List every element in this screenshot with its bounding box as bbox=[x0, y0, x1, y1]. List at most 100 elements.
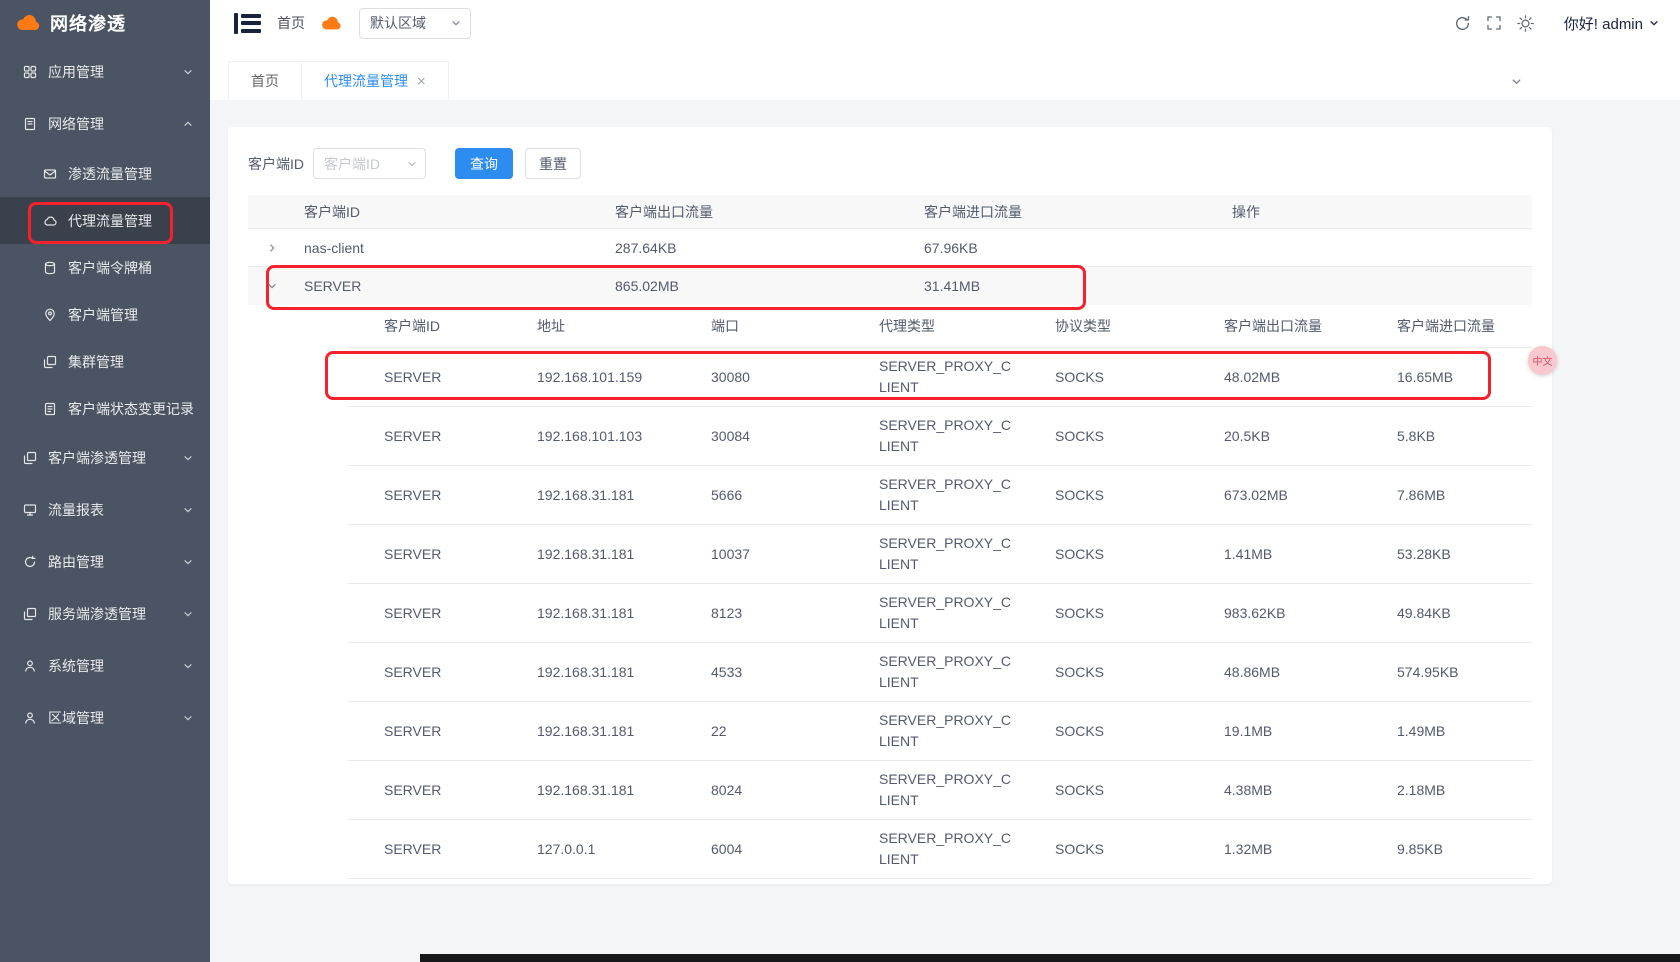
sidebar-item-client-status-log[interactable]: 客户端状态变更记录 bbox=[0, 385, 210, 432]
sidebar-item-client-token-bucket[interactable]: 客户端令牌桶 bbox=[0, 244, 210, 291]
nested-cell-in-traffic: 16.65MB bbox=[1361, 369, 1532, 385]
column-header: 协议类型 bbox=[1019, 316, 1188, 336]
nested-table-body: SERVER 192.168.101.159 30080 SERVER_PROX… bbox=[348, 348, 1532, 879]
sidebar-item-label: 客户端令牌桶 bbox=[68, 258, 194, 278]
column-header: 客户端ID bbox=[348, 316, 501, 336]
app-grid-icon bbox=[22, 65, 38, 79]
sidebar-item-system-management[interactable]: 系统管理 bbox=[0, 640, 210, 692]
client-id-filter-select[interactable] bbox=[313, 148, 426, 179]
sidebar-item-network-management[interactable]: 网络管理 bbox=[0, 98, 210, 150]
fullscreen-icon[interactable] bbox=[1486, 15, 1502, 31]
nested-cell-protocol: SOCKS bbox=[1019, 664, 1188, 680]
nested-cell-proxy-type: SERVER_PROXY_CLIENT bbox=[843, 710, 1019, 752]
table-row: SERVER 865.02MB 31.41MB bbox=[248, 267, 1532, 305]
nested-cell-port: 5666 bbox=[675, 487, 843, 503]
sidebar-item-label: 代理流量管理 bbox=[68, 211, 194, 231]
chevron-down-icon bbox=[406, 158, 418, 170]
close-icon[interactable]: × bbox=[417, 74, 426, 89]
sidebar-item-server-penetration[interactable]: 服务端渗透管理 bbox=[0, 588, 210, 640]
topbar: 首页 默认区域 你好! admin bbox=[210, 0, 1680, 46]
cloud-brand-icon bbox=[321, 15, 343, 32]
nested-cell-port: 8024 bbox=[675, 782, 843, 798]
expand-row-icon[interactable] bbox=[248, 242, 296, 254]
nested-cell-out-traffic: 20.5KB bbox=[1188, 428, 1361, 444]
nested-cell-protocol: SOCKS bbox=[1019, 428, 1188, 444]
nested-table-row: SERVER 192.168.31.181 4533 SERVER_PROXY_… bbox=[348, 643, 1532, 702]
sidebar-item-client-penetration[interactable]: 客户端渗透管理 bbox=[0, 432, 210, 484]
cell-out-traffic: 287.64KB bbox=[607, 240, 916, 256]
tab-proxy-traffic[interactable]: 代理流量管理 × bbox=[302, 61, 449, 100]
nested-cell-proxy-type: SERVER_PROXY_CLIENT bbox=[843, 415, 1019, 457]
horizontal-scrollbar[interactable] bbox=[420, 954, 1680, 962]
nested-cell-out-traffic: 983.62KB bbox=[1188, 605, 1361, 621]
nested-table-row: SERVER 192.168.31.181 10037 SERVER_PROXY… bbox=[348, 525, 1532, 584]
nested-cell-address: 192.168.31.181 bbox=[501, 546, 675, 562]
sidebar-item-label: 客户端状态变更记录 bbox=[68, 399, 194, 419]
sidebar-item-label: 渗透流量管理 bbox=[68, 164, 194, 184]
tab-options-chevron-icon[interactable] bbox=[1510, 75, 1523, 88]
cloud-icon bbox=[42, 214, 58, 228]
chevron-down-icon bbox=[182, 608, 194, 620]
stack-icon bbox=[22, 451, 38, 465]
nested-cell-client-id: SERVER bbox=[348, 428, 501, 444]
nested-cell-client-id: SERVER bbox=[348, 723, 501, 739]
column-header: 端口 bbox=[675, 316, 843, 336]
chevron-down-icon bbox=[182, 660, 194, 672]
nested-cell-in-traffic: 7.86MB bbox=[1361, 487, 1532, 503]
nested-cell-in-traffic: 49.84KB bbox=[1361, 605, 1532, 621]
collapse-row-icon[interactable] bbox=[248, 280, 296, 292]
monitor-icon bbox=[22, 503, 38, 517]
cell-client-id: SERVER bbox=[296, 278, 607, 294]
theme-sun-icon[interactable] bbox=[1517, 15, 1534, 32]
person-icon bbox=[22, 659, 38, 673]
sidebar-menu: 应用管理 网络管理 渗透流量管理 bbox=[0, 46, 210, 744]
region-select[interactable]: 默认区域 bbox=[359, 8, 471, 39]
sidebar-item-traffic-report[interactable]: 流量报表 bbox=[0, 484, 210, 536]
nested-cell-proxy-type: SERVER_PROXY_CLIENT bbox=[843, 828, 1019, 870]
nested-cell-protocol: SOCKS bbox=[1019, 369, 1188, 385]
reset-button[interactable]: 重置 bbox=[525, 148, 581, 179]
traffic-table: 客户端ID 客户端出口流量 客户端进口流量 操作 nas-client 287.… bbox=[248, 195, 1532, 879]
nested-cell-port: 6004 bbox=[675, 841, 843, 857]
chevron-down-icon bbox=[182, 504, 194, 516]
nested-cell-address: 192.168.31.181 bbox=[501, 487, 675, 503]
nested-cell-address: 192.168.31.181 bbox=[501, 782, 675, 798]
sidebar-item-label: 客户端管理 bbox=[68, 305, 194, 325]
nested-cell-port: 30084 bbox=[675, 428, 843, 444]
nested-cell-address: 192.168.31.181 bbox=[501, 605, 675, 621]
sidebar-item-label: 客户端渗透管理 bbox=[48, 448, 172, 468]
nested-cell-proxy-type: SERVER_PROXY_CLIENT bbox=[843, 592, 1019, 634]
breadcrumb-home[interactable]: 首页 bbox=[277, 13, 305, 33]
nested-cell-out-traffic: 1.32MB bbox=[1188, 841, 1361, 857]
nested-cell-in-traffic: 2.18MB bbox=[1361, 782, 1532, 798]
nested-cell-address: 192.168.31.181 bbox=[501, 664, 675, 680]
menu-collapse-icon[interactable] bbox=[234, 13, 261, 34]
cell-out-traffic: 865.02MB bbox=[607, 278, 916, 294]
sidebar-item-proxy-traffic[interactable]: 代理流量管理 bbox=[0, 197, 210, 244]
sidebar-item-label: 集群管理 bbox=[68, 352, 194, 372]
query-button[interactable]: 查询 bbox=[455, 148, 513, 179]
greeting-text: 你好! admin bbox=[1564, 13, 1643, 34]
sidebar-item-label: 路由管理 bbox=[48, 552, 172, 572]
refresh-icon[interactable] bbox=[1454, 15, 1471, 32]
sidebar-item-client-management[interactable]: 客户端管理 bbox=[0, 291, 210, 338]
sidebar-item-app-management[interactable]: 应用管理 bbox=[0, 46, 210, 98]
nested-cell-proxy-type: SERVER_PROXY_CLIENT bbox=[843, 533, 1019, 575]
sidebar-item-label: 流量报表 bbox=[48, 500, 172, 520]
user-menu[interactable]: 你好! admin bbox=[1564, 13, 1660, 34]
nested-cell-client-id: SERVER bbox=[348, 487, 501, 503]
tab-home[interactable]: 首页 bbox=[228, 61, 302, 100]
column-header: 客户端进口流量 bbox=[916, 202, 1224, 222]
client-id-filter-input[interactable] bbox=[316, 156, 406, 172]
sidebar-item-region-management[interactable]: 区域管理 bbox=[0, 692, 210, 744]
nested-cell-in-traffic: 1.49MB bbox=[1361, 723, 1532, 739]
sidebar-item-cluster-management[interactable]: 集群管理 bbox=[0, 338, 210, 385]
nested-table-row: SERVER 192.168.31.181 5666 SERVER_PROXY_… bbox=[348, 466, 1532, 525]
column-header: 客户端进口流量 bbox=[1361, 316, 1532, 336]
sidebar-item-penetration-traffic[interactable]: 渗透流量管理 bbox=[0, 150, 210, 197]
nested-cell-protocol: SOCKS bbox=[1019, 605, 1188, 621]
sidebar-item-route-management[interactable]: 路由管理 bbox=[0, 536, 210, 588]
float-badge[interactable]: 中文 bbox=[1528, 346, 1557, 375]
sidebar-item-label: 区域管理 bbox=[48, 708, 172, 728]
content-card: 客户端ID 查询 重置 客户端ID 客户端出口流量 客户端进口流量 操作 bbox=[228, 127, 1552, 884]
